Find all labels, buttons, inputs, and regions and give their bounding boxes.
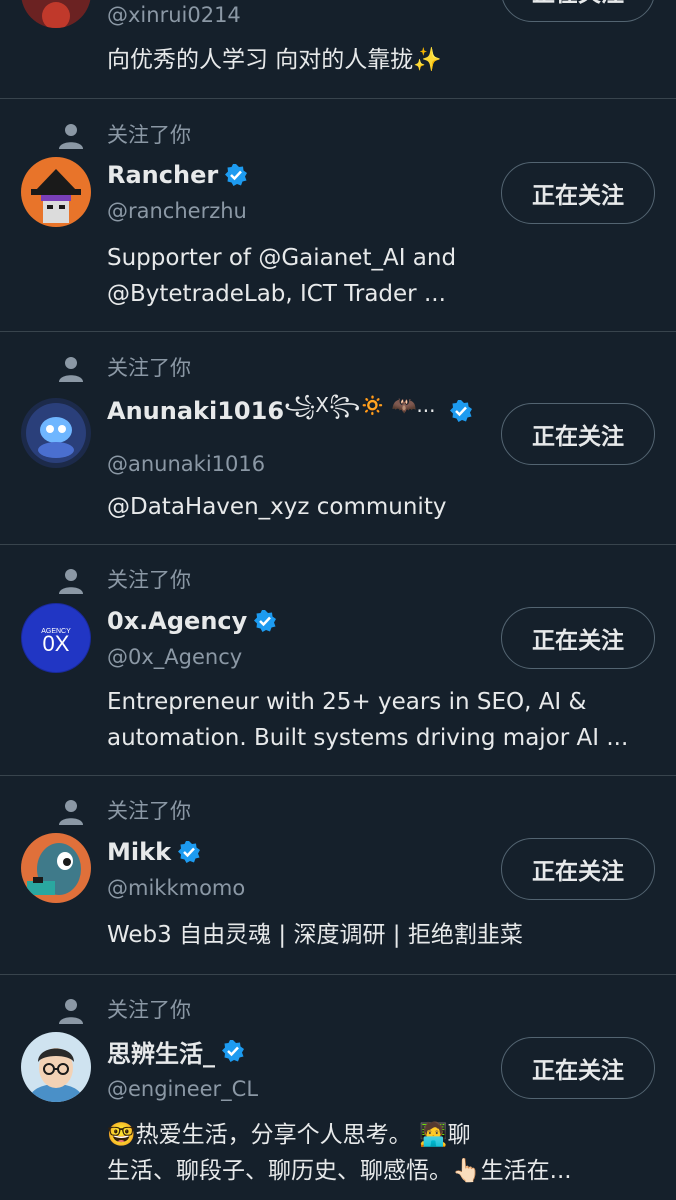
user-bio: Entrepreneur with 25+ years in SEO, AI &… [107, 689, 629, 751]
user-card[interactable]: 关注了你 思辨生活_ @engineer_CL 🤓热爱生活，分享个人思考。 🧑‍… [0, 975, 676, 1200]
user-handle: @0x_Agency [107, 645, 243, 669]
avatar-text-main: 0X [43, 631, 70, 656]
user-handle: @engineer_CL [107, 1077, 259, 1101]
following-button[interactable]: 正在关注 [501, 607, 655, 669]
verified-badge-icon [253, 609, 277, 633]
followed-you-label: 关注了你 [107, 799, 191, 823]
user-bio: Supporter of @Gaianet_AI and @BytetradeL… [107, 245, 457, 307]
followed-you-label: 关注了你 [107, 356, 191, 380]
followed-you-label: 关注了你 [107, 998, 191, 1022]
user-avatar[interactable] [21, 398, 91, 468]
user-handle: @rancherzhu [107, 199, 247, 223]
following-button[interactable]: 正在关注 [501, 1037, 655, 1099]
user-avatar[interactable]: AGENCY 0X [21, 603, 91, 673]
user-card[interactable]: 关注了你 Mikk @mikkmomo Web3 自由灵魂 | 深度调研 | 拒… [0, 776, 676, 974]
verified-badge-icon [177, 840, 201, 864]
verified-badge-icon [449, 399, 473, 423]
user-name-row[interactable]: 0x.Agency [107, 604, 277, 638]
user-handle: @mikkmomo [107, 876, 246, 900]
user-card-partial[interactable]: @xinrui0214 向优秀的人学习 向对的人靠拢✨ 正在关注 [0, 0, 676, 98]
person-icon [58, 355, 84, 383]
user-handle: @xinrui0214 [107, 3, 241, 27]
user-name-row[interactable]: Mikk [107, 835, 201, 869]
followers-list: @xinrui0214 向优秀的人学习 向对的人靠拢✨ 正在关注 关注了你 Ra… [0, 0, 676, 1200]
person-icon [58, 567, 84, 595]
verified-badge-icon [221, 1039, 245, 1063]
following-button[interactable]: 正在关注 [501, 403, 655, 465]
person-icon [58, 798, 84, 826]
user-name[interactable]: 0x.Agency [107, 607, 247, 635]
user-handle: @anunaki1016 [107, 452, 266, 476]
user-name-decoration: ꧁X꧂🔅 🦇... [284, 393, 436, 417]
followed-you-label: 关注了你 [107, 568, 191, 592]
user-name[interactable]: Rancher [107, 161, 218, 189]
user-bio: 🤓热爱生活，分享个人思考。 🧑‍💻聊 生活、聊段子、聊历史、聊感悟。👆🏻生活在.… [107, 1122, 572, 1184]
following-button[interactable]: 正在关注 [501, 162, 655, 224]
person-icon [58, 122, 84, 150]
user-name-row[interactable]: 思辨生活_ [107, 1034, 245, 1068]
following-button[interactable]: 正在关注 [501, 838, 655, 900]
user-bio: 向优秀的人学习 向对的人靠拢✨ [107, 47, 442, 73]
followed-you-label: 关注了你 [107, 123, 191, 147]
user-name-row[interactable]: Anunaki1016 ꧁X꧂🔅 🦇... [107, 393, 473, 428]
user-name[interactable]: Mikk [107, 838, 171, 866]
user-bio: Web3 自由灵魂 | 深度调研 | 拒绝割韭菜 [107, 922, 523, 948]
following-button[interactable]: 正在关注 [501, 0, 655, 22]
user-name-row[interactable]: Rancher [107, 158, 248, 192]
user-name[interactable]: 思辨生活_ [107, 1034, 215, 1069]
user-avatar[interactable] [21, 157, 91, 227]
person-icon [58, 997, 84, 1025]
user-card[interactable]: 关注了你 Rancher @rancherzhu Supporter of @G… [0, 99, 676, 331]
user-bio: @DataHaven_xyz community [107, 494, 447, 520]
user-avatar[interactable] [21, 833, 91, 903]
user-avatar[interactable] [21, 0, 91, 28]
user-avatar[interactable] [21, 1032, 91, 1102]
verified-badge-icon [224, 163, 248, 187]
user-card[interactable]: 关注了你 AGENCY 0X 0x.Agency @0x_Agency Entr… [0, 545, 676, 775]
user-name[interactable]: Anunaki1016 [107, 397, 284, 425]
user-card[interactable]: 关注了你 Anunaki1016 ꧁X꧂🔅 🦇... @anunaki1016 … [0, 332, 676, 544]
